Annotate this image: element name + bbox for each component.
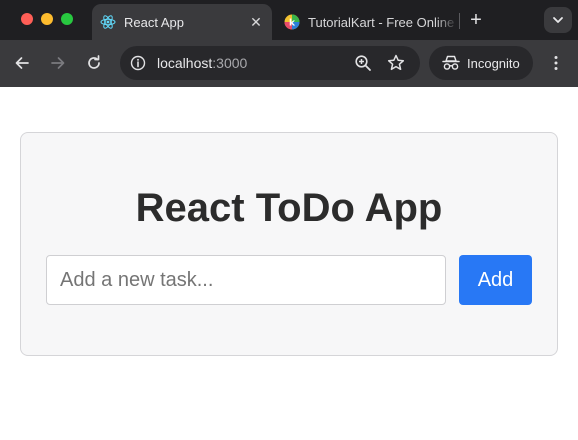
tutorialkart-icon: k bbox=[284, 14, 300, 30]
tab-tutorialkart[interactable]: k TutorialKart - Free Online Tutorials bbox=[276, 4, 458, 40]
forward-button[interactable] bbox=[47, 52, 69, 74]
site-info-icon[interactable] bbox=[128, 53, 148, 73]
url-host: localhost bbox=[157, 55, 213, 71]
minimize-window-button[interactable] bbox=[41, 13, 53, 25]
react-icon bbox=[100, 14, 116, 30]
tab-title: TutorialKart - Free Online Tutorials bbox=[308, 14, 458, 30]
reload-button[interactable] bbox=[83, 52, 105, 74]
todo-card: React ToDo App Add bbox=[20, 132, 558, 356]
close-icon[interactable]: ✕ bbox=[248, 14, 264, 30]
browser-chrome: React App ✕ k TutorialKart - Free Online… bbox=[0, 0, 578, 87]
svg-text:k: k bbox=[289, 18, 296, 28]
new-task-input[interactable] bbox=[46, 255, 446, 305]
incognito-icon bbox=[441, 53, 461, 73]
chevron-down-icon bbox=[553, 17, 563, 23]
incognito-label: Incognito bbox=[467, 55, 520, 71]
arrow-left-icon bbox=[15, 57, 29, 69]
maximize-window-button[interactable] bbox=[61, 13, 73, 25]
tab-title: React App bbox=[124, 14, 184, 30]
page-title: React ToDo App bbox=[135, 186, 443, 230]
new-tab-button[interactable]: + bbox=[466, 10, 486, 30]
reload-icon bbox=[88, 55, 100, 69]
page-viewport: React ToDo App Add bbox=[0, 87, 578, 440]
tab-strip: React App ✕ k TutorialKart - Free Online… bbox=[0, 0, 578, 40]
browser-toolbar: localhost:3000 Incognito bbox=[0, 40, 578, 87]
arrow-right-icon bbox=[51, 57, 65, 69]
back-button[interactable] bbox=[11, 52, 33, 74]
url-text: localhost:3000 bbox=[157, 55, 247, 71]
more-menu-icon[interactable] bbox=[546, 53, 566, 73]
tab-divider bbox=[459, 13, 460, 29]
zoom-icon[interactable] bbox=[354, 54, 372, 72]
incognito-profile-button[interactable]: Incognito bbox=[429, 46, 533, 80]
close-window-button[interactable] bbox=[21, 13, 33, 25]
url-port: :3000 bbox=[212, 55, 248, 71]
address-bar[interactable]: localhost:3000 bbox=[120, 46, 420, 80]
tab-search-button[interactable] bbox=[544, 7, 572, 33]
tab-react-app[interactable]: React App ✕ bbox=[92, 4, 272, 40]
bookmark-star-icon[interactable] bbox=[386, 53, 406, 73]
add-task-button[interactable]: Add bbox=[459, 255, 532, 305]
